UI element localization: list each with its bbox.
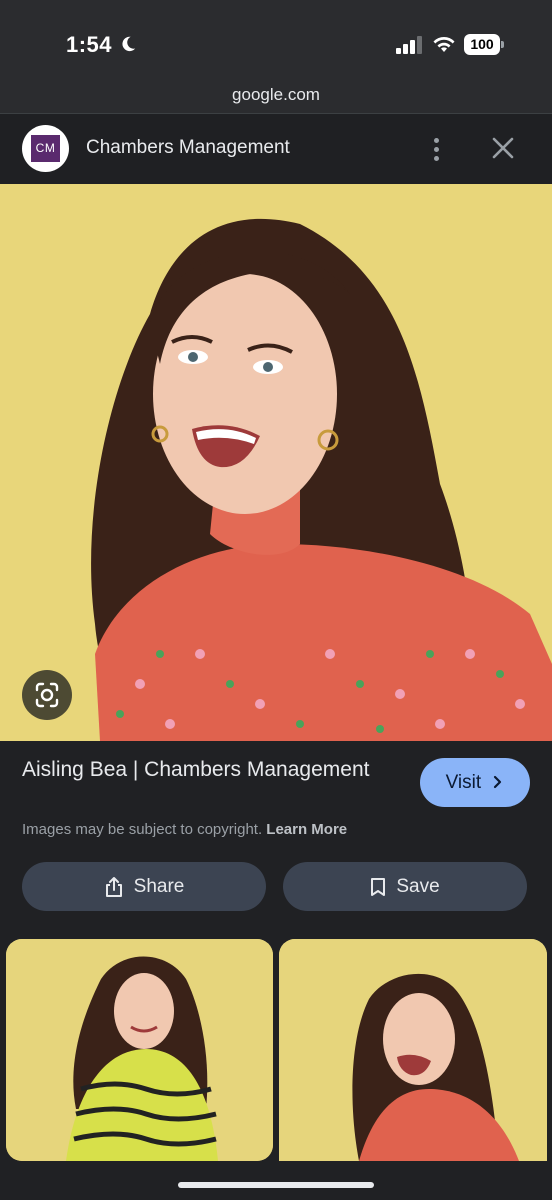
moon-icon — [122, 36, 136, 52]
share-icon — [105, 876, 122, 897]
portrait-illustration — [0, 184, 552, 741]
learn-more-link[interactable]: Learn More — [266, 821, 347, 838]
site-logo-text: CM — [31, 135, 60, 162]
google-lens-button[interactable] — [22, 670, 72, 720]
cellular-signal-icon — [396, 36, 422, 54]
chevron-right-icon — [494, 775, 502, 789]
bottom-area — [0, 1161, 552, 1200]
url-host: google.com — [232, 85, 320, 104]
copyright-notice: Images may be subject to copyright. Lear… — [22, 821, 347, 838]
save-label: Save — [396, 875, 440, 897]
battery-level: 100 — [464, 34, 500, 55]
share-label: Share — [133, 875, 185, 897]
result-header: CM Chambers Management — [0, 113, 552, 184]
url-bar[interactable]: google.com — [0, 80, 552, 113]
related-image-2[interactable] — [279, 939, 547, 1161]
battery-icon: 100 — [464, 34, 504, 55]
home-indicator[interactable] — [178, 1182, 374, 1188]
visit-button[interactable]: Visit — [420, 758, 530, 807]
close-icon[interactable] — [490, 135, 516, 161]
main-image[interactable] — [0, 184, 552, 741]
lens-icon — [35, 682, 59, 708]
more-options-icon[interactable] — [426, 136, 446, 164]
visit-label: Visit — [445, 772, 482, 793]
share-button[interactable]: Share — [22, 862, 266, 911]
related-image-1[interactable] — [6, 939, 273, 1161]
save-button[interactable]: Save — [283, 862, 527, 911]
status-bar: 1:54 100 — [0, 0, 552, 80]
bookmark-icon — [371, 877, 386, 896]
site-logo: CM — [22, 125, 69, 172]
wifi-icon — [433, 37, 455, 52]
site-name[interactable]: Chambers Management — [86, 137, 290, 159]
result-title[interactable]: Aisling Bea | Chambers Management — [22, 756, 402, 784]
copyright-text: Images may be subject to copyright. — [22, 821, 263, 838]
status-time: 1:54 — [66, 32, 113, 57]
